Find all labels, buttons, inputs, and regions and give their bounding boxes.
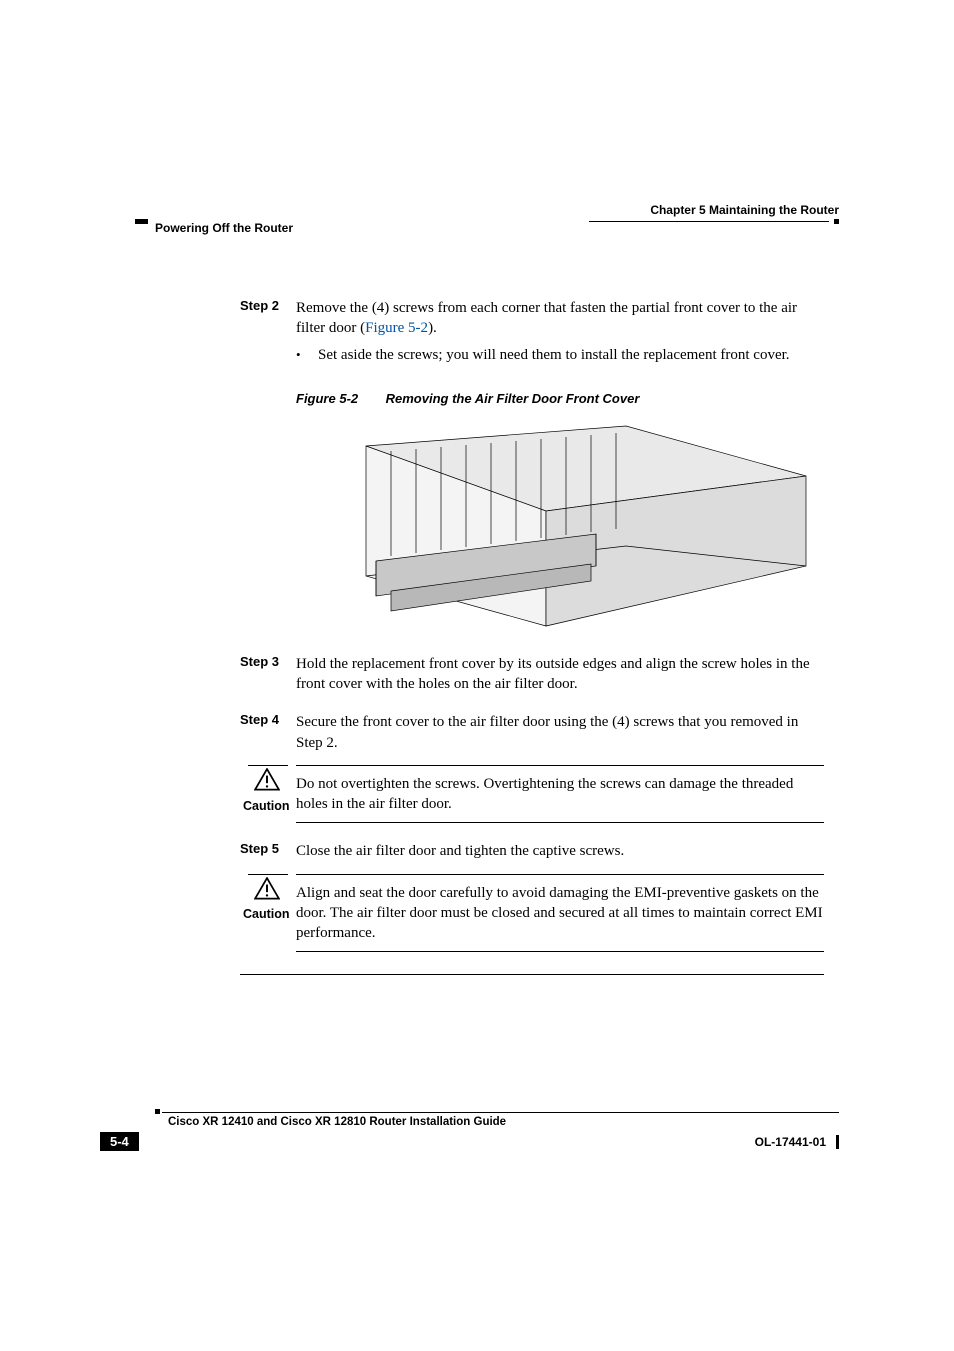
caution-icon: [254, 877, 280, 901]
caution-text: Align and seat the door carefully to avo…: [296, 874, 824, 953]
caution-2: Caution Align and seat the door carefull…: [240, 874, 824, 953]
step-4: Step 4 Secure the front cover to the air…: [240, 712, 824, 753]
figure-caption: Figure 5-2 Removing the Air Filter Door …: [296, 391, 824, 406]
content-area: Step 2 Remove the (4) screws from each c…: [240, 280, 824, 975]
step-body: Close the air filter door and tighten th…: [296, 841, 824, 861]
figure-link[interactable]: Figure 5-2: [365, 320, 428, 336]
step-body: Remove the (4) screws from each corner t…: [296, 298, 824, 339]
step-5: Step 5 Close the air filter door and tig…: [240, 841, 824, 861]
step-2: Step 2 Remove the (4) screws from each c…: [240, 298, 824, 339]
bullet-icon: •: [296, 345, 318, 365]
figure-5-2-illustration: [296, 416, 824, 636]
guide-title: Cisco XR 12410 and Cisco XR 12810 Router…: [168, 1113, 839, 1128]
caution-icon: [254, 768, 280, 792]
caution-label: Caution: [243, 799, 296, 813]
section-end-rule: [240, 974, 824, 975]
chapter-title: Chapter 5 Maintaining the Router: [650, 203, 839, 217]
step-2-bullet: • Set aside the screws; you will need th…: [296, 345, 824, 365]
caution-text: Do not overtighten the screws. Overtight…: [296, 765, 824, 824]
step-label: Step 4: [240, 712, 296, 753]
page-footer: Cisco XR 12410 and Cisco XR 12810 Router…: [100, 1111, 839, 1151]
caution-1: Caution Do not overtighten the screws. O…: [240, 765, 824, 824]
step-label: Step 3: [240, 654, 296, 695]
step-body: Secure the front cover to the air filter…: [296, 712, 824, 753]
page-number: 5-4: [100, 1132, 139, 1151]
document-id: OL-17441-01: [755, 1135, 826, 1149]
caution-label: Caution: [243, 907, 296, 921]
step-3: Step 3 Hold the replacement front cover …: [240, 654, 824, 695]
page: Chapter 5 Maintaining the Router Powerin…: [0, 0, 954, 1351]
section-title: Powering Off the Router: [155, 221, 293, 235]
step-label: Step 2: [240, 298, 296, 339]
step-body: Hold the replacement front cover by its …: [296, 654, 824, 695]
step-label: Step 5: [240, 841, 296, 861]
